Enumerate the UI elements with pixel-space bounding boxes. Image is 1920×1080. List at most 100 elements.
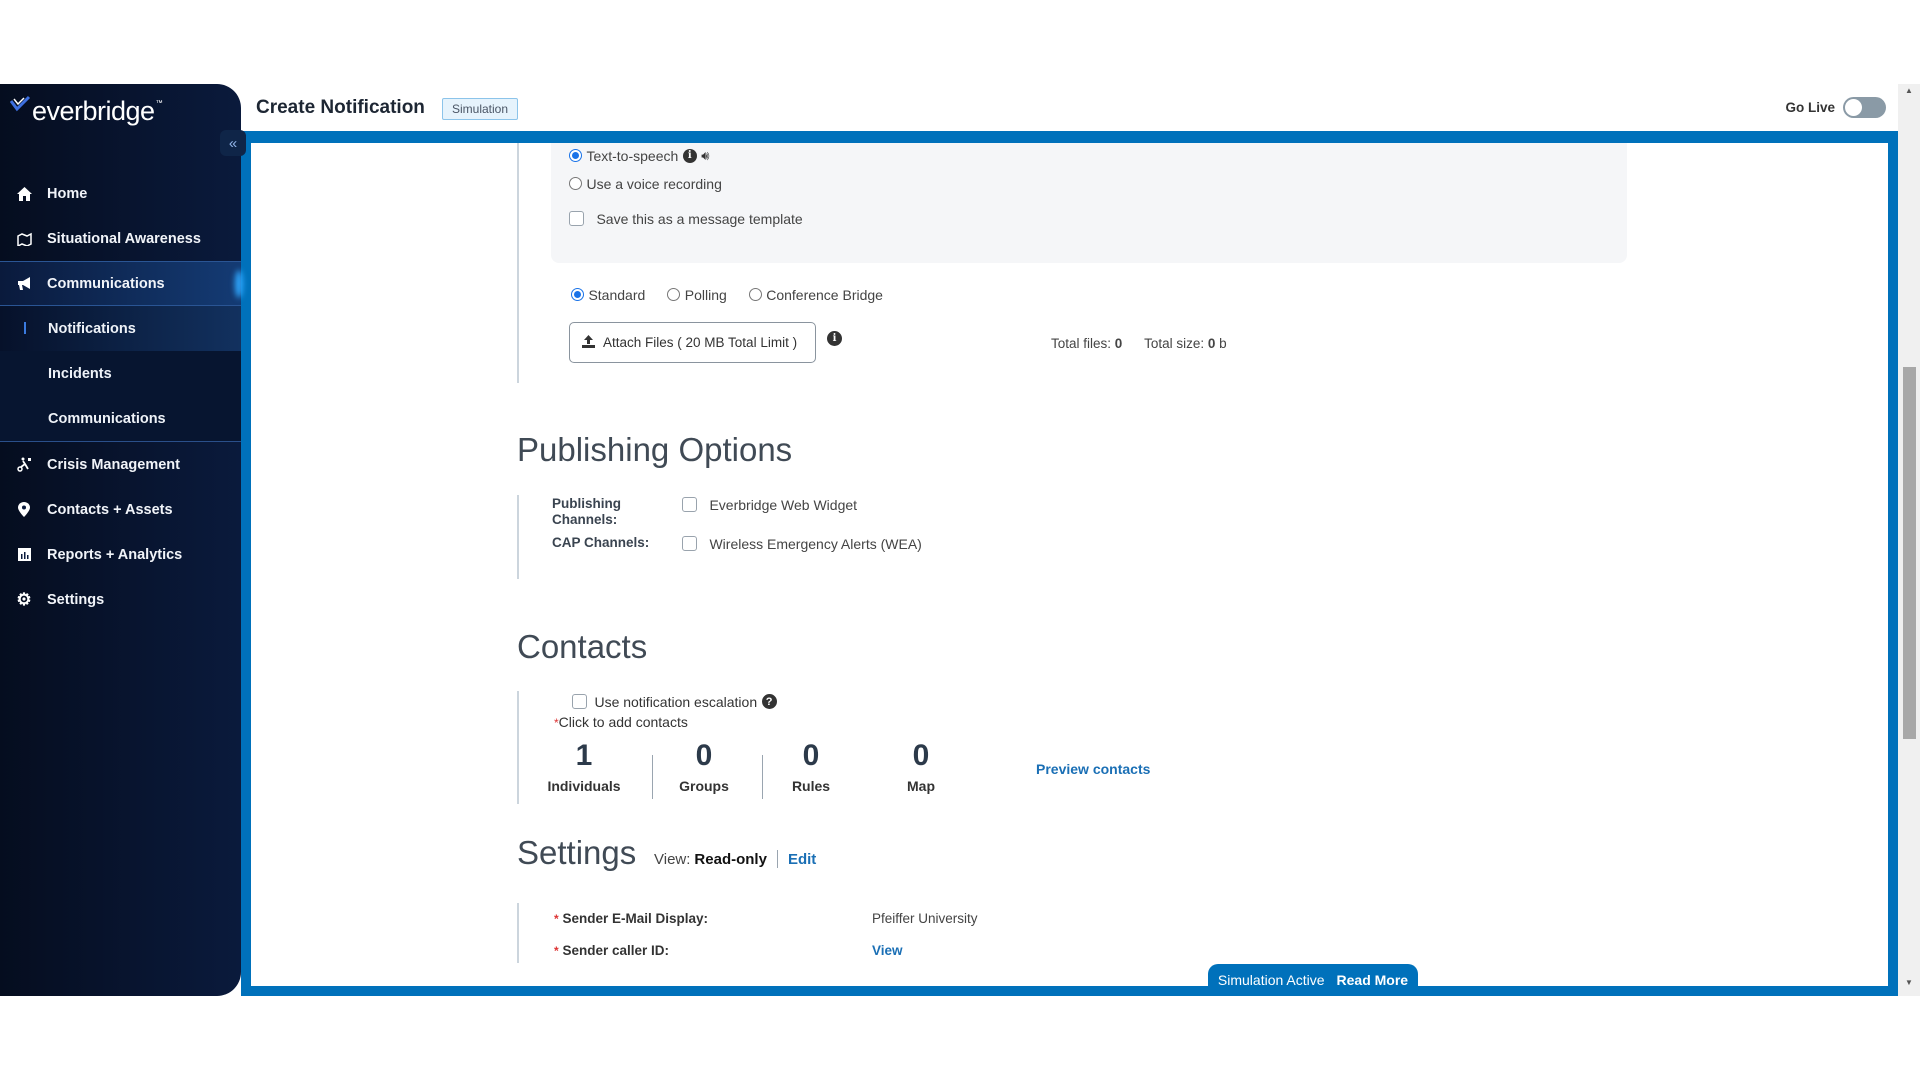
- crisis-icon: [16, 457, 32, 473]
- map-icon: [16, 231, 32, 247]
- sender-email-value: Pfeiffer University: [872, 911, 978, 926]
- sender-caller-id-view-link[interactable]: View: [872, 943, 903, 958]
- count-rules[interactable]: 0 Rules: [776, 739, 846, 794]
- preview-contacts-link[interactable]: Preview contacts: [1036, 761, 1150, 777]
- count-value: 1: [575, 739, 593, 772]
- sidebar-item-situational-awareness[interactable]: Situational Awareness: [0, 216, 241, 261]
- conference-bridge-label: Conference Bridge: [766, 286, 883, 303]
- attach-files-button[interactable]: Attach Files ( 20 MB Total Limit ): [569, 322, 816, 363]
- divider: [776, 850, 778, 868]
- wea-label: Wireless Emergency Alerts (WEA): [709, 535, 922, 552]
- gear-icon: ⚙: [16, 589, 32, 609]
- web-widget-option: Everbridge Web Widget: [682, 496, 857, 514]
- sidebar-item-crisis-management[interactable]: Crisis Management: [0, 442, 241, 487]
- sender-caller-id-label: Sender caller ID:: [562, 943, 669, 958]
- count-value: 0: [802, 739, 820, 772]
- add-contacts-label: Click to add contacts: [558, 714, 688, 730]
- wea-option: Wireless Emergency Alerts (WEA): [682, 535, 922, 553]
- megaphone-icon: [16, 276, 32, 292]
- attachment-totals: Total files: 0 Total size: 0 b: [1051, 336, 1227, 351]
- count-groups[interactable]: 0 Groups: [669, 739, 739, 794]
- count-label: Map: [907, 778, 935, 794]
- sidebar-subitem-label: Communications: [48, 410, 166, 427]
- divider: [652, 755, 653, 799]
- sidebar-subitem-communications[interactable]: Communications: [0, 396, 241, 441]
- scrollbar-thumb[interactable]: [1903, 367, 1916, 739]
- contacts-heading: Contacts: [517, 628, 648, 665]
- count-label: Rules: [791, 778, 831, 794]
- standard-radio[interactable]: [571, 288, 584, 302]
- simulation-frame: Text-to-speech i 🔊︎ Use a voice recordin…: [241, 131, 1898, 996]
- help-icon[interactable]: ?: [761, 694, 777, 710]
- edit-settings-link[interactable]: Edit: [788, 851, 816, 868]
- escalation-label: Use notification escalation: [594, 693, 758, 710]
- simulation-active-banner: Simulation Active Read More: [1208, 964, 1418, 996]
- read-more-link[interactable]: Read More: [1337, 972, 1409, 988]
- sidebar-item-label: Situational Awareness: [47, 230, 201, 247]
- go-live-label: Go Live: [1785, 100, 1835, 115]
- speaker-icon[interactable]: 🔊︎: [701, 148, 709, 164]
- bar-chart-icon: [16, 547, 32, 563]
- main-content: Text-to-speech i 🔊︎ Use a voice recordin…: [251, 143, 1888, 986]
- sidebar-item-communications[interactable]: Communications: [0, 261, 241, 306]
- web-widget-label: Everbridge Web Widget: [709, 496, 858, 513]
- sidebar-item-settings[interactable]: ⚙ Settings: [0, 577, 241, 622]
- polling-radio[interactable]: [667, 288, 681, 302]
- required-asterisk: *: [554, 912, 559, 926]
- escalation-checkbox[interactable]: [572, 694, 587, 710]
- standard-label: Standard: [588, 286, 646, 303]
- voice-recording-radio[interactable]: [569, 177, 582, 191]
- web-widget-checkbox[interactable]: [682, 497, 697, 513]
- everbridge-logo[interactable]: everbridge ™: [10, 94, 163, 128]
- go-live-control: Go Live: [1785, 97, 1886, 118]
- count-label: Groups: [679, 778, 729, 794]
- sidebar-item-label: Crisis Management: [47, 456, 180, 473]
- collapse-sidebar-button[interactable]: «: [220, 130, 246, 156]
- attach-info-icon[interactable]: i: [827, 331, 842, 346]
- sidebar-item-label: Reports + Analytics: [47, 546, 183, 563]
- total-size-value: 0: [1207, 336, 1216, 351]
- section-rule: [517, 495, 519, 579]
- tts-radio[interactable]: [569, 149, 582, 163]
- sidebar-item-label: Communications: [47, 275, 165, 292]
- go-live-toggle[interactable]: [1843, 97, 1886, 118]
- message-type-standard[interactable]: Standard: [571, 286, 645, 304]
- page-header: Create Notification Simulation Go Live: [241, 84, 1898, 131]
- info-icon[interactable]: i: [682, 148, 697, 163]
- sidebar: everbridge ™ « Home Situational Awareness: [0, 84, 246, 996]
- message-type-conference-bridge[interactable]: Conference Bridge: [748, 286, 883, 304]
- communications-submenu: Notifications Incidents Communications: [0, 306, 241, 442]
- required-asterisk: *: [554, 944, 559, 958]
- count-individuals[interactable]: 1 Individuals: [544, 739, 624, 794]
- attach-files-label: Attach Files ( 20 MB Total Limit ): [603, 335, 798, 350]
- toggle-knob: [1845, 99, 1862, 116]
- scroll-up-arrow-icon[interactable]: ▲: [1898, 86, 1920, 102]
- sidebar-subitem-notifications[interactable]: Notifications: [0, 306, 241, 351]
- logo-text: everbridge: [32, 95, 155, 126]
- voice-recording-option: Use a voice recording: [569, 175, 722, 193]
- voice-recording-label: Use a voice recording: [586, 175, 722, 192]
- save-template-checkbox[interactable]: [569, 211, 584, 227]
- tts-option: Text-to-speech i 🔊︎: [569, 147, 709, 165]
- sidebar-item-home[interactable]: Home: [0, 171, 241, 216]
- sidebar-item-reports-analytics[interactable]: Reports + Analytics: [0, 532, 241, 577]
- page-scrollbar[interactable]: ▲ ▼: [1898, 84, 1920, 996]
- publishing-channels-label: Publishing Channels:: [552, 496, 621, 527]
- section-rule: [517, 903, 519, 963]
- sidebar-item-contacts-assets[interactable]: Contacts + Assets: [0, 487, 241, 532]
- count-map[interactable]: 0 Map: [886, 739, 956, 794]
- upload-icon: [582, 334, 595, 351]
- total-files-value: 0: [1114, 336, 1123, 351]
- escalation-option: Use notification escalation ?: [572, 693, 777, 711]
- conference-bridge-radio[interactable]: [748, 288, 762, 302]
- message-type-polling[interactable]: Polling: [667, 286, 727, 304]
- sidebar-subitem-label: Notifications: [48, 320, 136, 337]
- sidebar-subitem-incidents[interactable]: Incidents: [0, 351, 241, 396]
- section-rule: [517, 143, 519, 383]
- wea-checkbox[interactable]: [682, 536, 697, 552]
- page-title: Create Notification: [256, 97, 425, 118]
- sidebar-nav: Home Situational Awareness Communication…: [0, 171, 241, 622]
- add-contacts-prompt[interactable]: *Click to add contacts: [554, 714, 688, 730]
- scroll-down-arrow-icon[interactable]: ▼: [1898, 978, 1920, 994]
- home-icon: [16, 186, 32, 202]
